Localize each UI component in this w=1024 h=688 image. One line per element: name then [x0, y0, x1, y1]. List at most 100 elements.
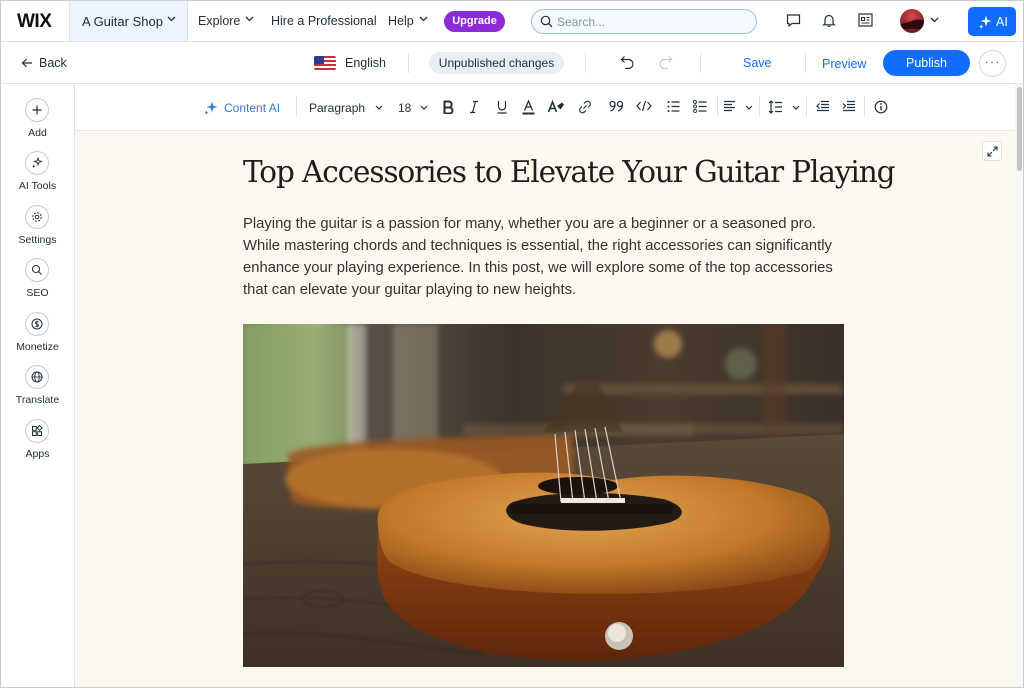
- sidebar-item-label: Monetize: [16, 341, 59, 353]
- left-sidebar: Add AI Tools Settings SEO Monetize Trans…: [1, 84, 75, 687]
- sidebar-item-translate[interactable]: Translate: [1, 365, 74, 413]
- divider: [759, 96, 760, 116]
- numbered-list-icon[interactable]: [667, 100, 680, 113]
- post-body-paragraph[interactable]: Playing the guitar is a passion for many…: [243, 213, 843, 301]
- highlight-icon[interactable]: [547, 100, 565, 115]
- scrollbar-thumb[interactable]: [1017, 87, 1022, 171]
- link-icon[interactable]: [578, 100, 592, 114]
- expand-button[interactable]: [982, 141, 1002, 161]
- site-selector[interactable]: A Guitar Shop: [69, 1, 188, 41]
- guitar-photo[interactable]: [243, 324, 844, 667]
- sidebar-item-add[interactable]: Add: [1, 98, 74, 146]
- site-name: A Guitar Shop: [82, 14, 163, 29]
- us-flag-icon[interactable]: [314, 56, 336, 70]
- preview-button[interactable]: Preview: [822, 57, 866, 71]
- bell-icon[interactable]: [822, 13, 836, 28]
- divider: [296, 96, 297, 116]
- chevron-down-icon[interactable]: [745, 105, 753, 110]
- search-bar[interactable]: [531, 9, 757, 34]
- avatar[interactable]: [900, 9, 924, 33]
- bullet-list-icon[interactable]: [693, 100, 707, 113]
- editor-window: WIX A Guitar Shop Explore Hire a Profess…: [0, 0, 1024, 688]
- decrease-indent-icon[interactable]: [816, 100, 830, 112]
- quote-icon[interactable]: [609, 100, 625, 112]
- divider: [717, 96, 718, 116]
- paragraph-style-dropdown[interactable]: Paragraph: [309, 101, 383, 115]
- chevron-down-icon: [420, 105, 428, 110]
- more-actions-button[interactable]: ···: [979, 50, 1006, 77]
- underline-icon[interactable]: [496, 100, 508, 114]
- guitar-image: [243, 324, 844, 667]
- nav-explore-label: Explore: [198, 14, 241, 28]
- line-spacing-icon[interactable]: [768, 100, 783, 114]
- wix-logo[interactable]: WIX: [17, 11, 52, 33]
- divider: [408, 53, 409, 73]
- search-icon: [540, 15, 553, 28]
- content-ai-button[interactable]: Content AI: [203, 101, 280, 115]
- nav-help[interactable]: Help: [388, 14, 428, 28]
- divider: [700, 53, 701, 73]
- divider: [585, 53, 586, 73]
- scrollbar-track[interactable]: [1015, 84, 1023, 687]
- status-badge: Unpublished changes: [429, 52, 564, 74]
- editor-action-bar: Back English Unpublished changes Save Pr…: [1, 42, 1023, 84]
- post-editor-canvas[interactable]: Top Accessories to Elevate Your Guitar P…: [75, 131, 1015, 687]
- chat-icon[interactable]: [786, 13, 801, 28]
- nav-help-label: Help: [388, 14, 414, 28]
- nav-explore[interactable]: Explore: [198, 14, 254, 28]
- bold-icon[interactable]: [442, 100, 454, 114]
- chevron-down-icon: [375, 105, 383, 110]
- publish-button[interactable]: Publish: [883, 50, 970, 76]
- sidebar-item-settings[interactable]: Settings: [1, 205, 74, 253]
- nav-hire-professional[interactable]: Hire a Professional: [271, 14, 377, 28]
- expand-icon: [987, 146, 998, 157]
- code-icon[interactable]: [636, 100, 652, 112]
- globe-icon: [31, 371, 43, 383]
- ai-label: AI: [996, 15, 1008, 29]
- divider: [805, 53, 806, 73]
- sidebar-item-label: AI Tools: [18, 180, 57, 192]
- plus-icon: [32, 105, 42, 115]
- sidebar-item-label: Translate: [15, 394, 60, 406]
- sidebar-item-label: Apps: [25, 448, 50, 460]
- undo-icon[interactable]: [620, 55, 635, 69]
- sidebar-item-label: Add: [28, 127, 47, 139]
- sidebar-item-apps[interactable]: Apps: [1, 419, 74, 467]
- arrow-left-icon: [21, 58, 32, 68]
- sidebar-item-label: Settings: [18, 234, 57, 246]
- info-icon[interactable]: [874, 100, 888, 114]
- save-button[interactable]: Save: [743, 56, 772, 70]
- text-color-icon[interactable]: [522, 100, 535, 115]
- divider: [864, 96, 865, 116]
- post-title[interactable]: Top Accessories to Elevate Your Guitar P…: [243, 155, 896, 189]
- italic-icon[interactable]: [469, 100, 479, 114]
- top-navigation-bar: WIX A Guitar Shop Explore Hire a Profess…: [1, 1, 1023, 42]
- language-selector[interactable]: English: [345, 56, 386, 70]
- sidebar-item-label: SEO: [26, 287, 49, 299]
- font-size-dropdown[interactable]: 18: [398, 101, 428, 115]
- site-info-icon[interactable]: [858, 13, 873, 27]
- avatar-picture: [900, 19, 924, 29]
- font-size-value: 18: [398, 101, 412, 115]
- sidebar-item-monetize[interactable]: Monetize: [1, 312, 74, 360]
- sparkle-icon: [979, 15, 992, 29]
- upgrade-button[interactable]: Upgrade: [444, 11, 505, 32]
- paragraph-style-value: Paragraph: [309, 101, 366, 115]
- dollar-icon: [31, 318, 43, 330]
- increase-indent-icon[interactable]: [842, 100, 856, 112]
- search-input[interactable]: [557, 13, 747, 31]
- chevron-down-icon[interactable]: [792, 105, 800, 110]
- search-icon: [31, 264, 42, 275]
- redo-icon[interactable]: [658, 55, 673, 69]
- sparkle-icon: [204, 101, 218, 115]
- back-label: Back: [39, 56, 67, 70]
- chevron-down-icon: [167, 16, 176, 22]
- sidebar-item-seo[interactable]: SEO: [1, 258, 74, 306]
- sparkle-icon: [32, 157, 43, 169]
- back-button[interactable]: Back: [21, 56, 67, 70]
- align-left-icon[interactable]: [723, 100, 736, 112]
- ai-assistant-button[interactable]: AI: [968, 7, 1016, 36]
- sidebar-item-ai-tools[interactable]: AI Tools: [1, 151, 74, 199]
- chevron-down-icon[interactable]: [930, 17, 939, 23]
- text-formatting-toolbar: Content AI Paragraph 18: [75, 84, 1015, 131]
